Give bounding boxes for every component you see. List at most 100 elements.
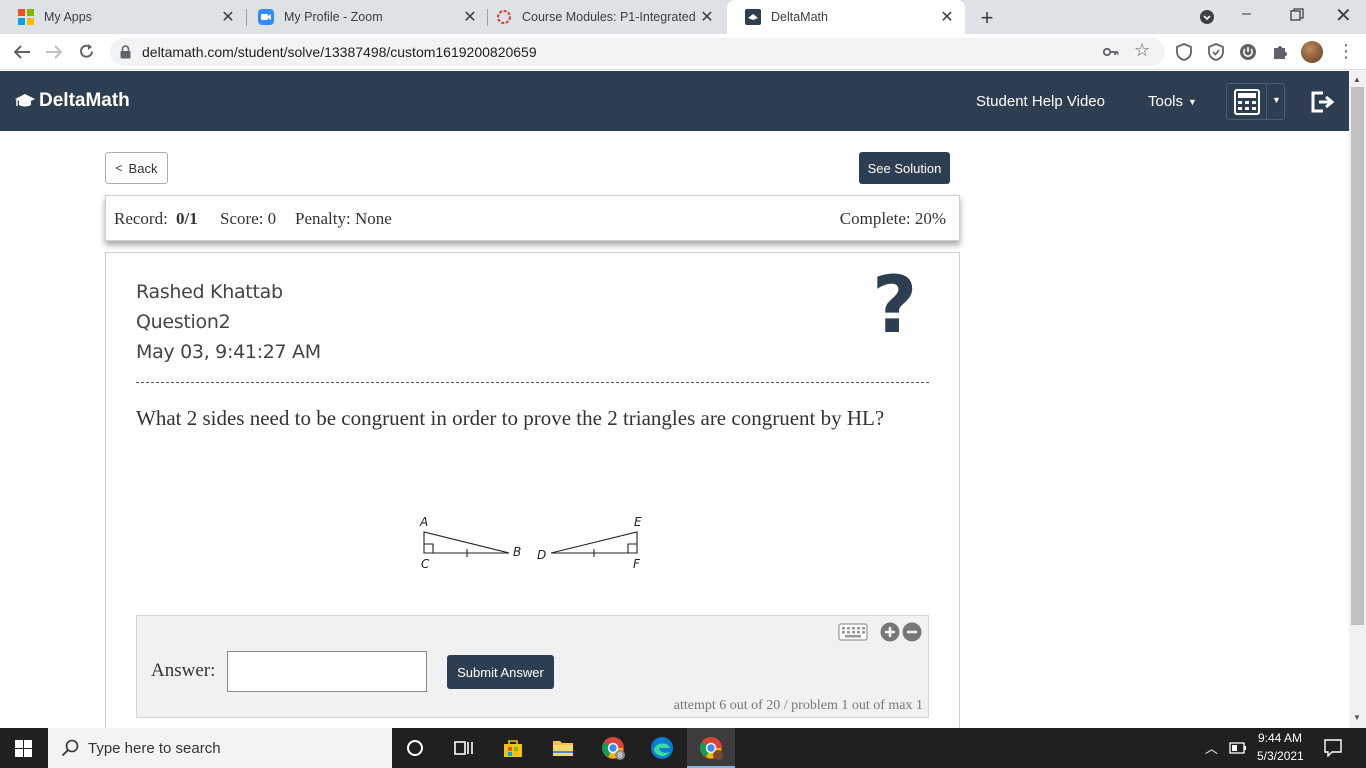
taskbar-search-box[interactable]: Type here to search <box>48 728 392 768</box>
shield-check-extension-icon[interactable] <box>1207 43 1225 61</box>
scroll-down-arrow-icon[interactable]: ▼ <box>1353 713 1361 722</box>
search-icon <box>61 739 79 757</box>
tools-dropdown[interactable]: Tools ▼ <box>1148 93 1197 110</box>
logout-icon[interactable] <box>1310 91 1336 113</box>
power-extension-icon[interactable] <box>1239 43 1257 61</box>
label-f: F <box>633 557 641 571</box>
tab-deltamath[interactable]: DeltaMath ✕ <box>727 0 965 34</box>
chrome-menu-icon[interactable]: ⋮ <box>1337 40 1355 62</box>
taskbar-active-app[interactable] <box>687 728 735 768</box>
windows-taskbar: Type here to search B ︿ 9:44 AM 5/3/2021 <box>0 728 1366 768</box>
attempt-counter: attempt 6 out of 20 / problem 1 out of m… <box>673 698 923 713</box>
right-angle-mark-c <box>424 543 434 553</box>
calculator-button[interactable]: ▼ <box>1226 83 1285 120</box>
task-view-icon[interactable] <box>454 739 474 757</box>
problem-card: Rashed Khattab Question2 May 03, 9:41:27… <box>105 252 960 732</box>
back-button[interactable]: < Back <box>105 152 168 184</box>
show-hidden-icons-chevron-icon[interactable]: ︿ <box>1205 738 1218 757</box>
canvas-icon <box>497 10 511 24</box>
microsoft-apps-icon <box>18 9 34 25</box>
shield-extension-icon[interactable] <box>1175 43 1193 61</box>
complete-text: Complete: 20% <box>839 209 946 228</box>
new-tab-plus-icon[interactable]: + <box>976 5 998 30</box>
tab-my-apps[interactable]: My Apps ✕ <box>0 0 246 34</box>
record-label: Record: <box>114 209 168 228</box>
close-tab-icon[interactable]: ✕ <box>937 7 957 27</box>
tab-title: My Apps <box>44 10 92 24</box>
file-explorer-icon[interactable] <box>552 738 574 758</box>
back-arrow-icon[interactable] <box>13 44 31 60</box>
tab-course-modules[interactable]: Course Modules: P1-Integrated M ✕ <box>478 0 728 34</box>
reload-icon[interactable] <box>78 43 95 60</box>
minimize-window-icon[interactable]: – <box>1242 5 1260 23</box>
submit-answer-button[interactable]: Submit Answer <box>447 655 554 689</box>
close-window-icon[interactable]: ✕ <box>1335 3 1352 28</box>
close-tab-icon[interactable]: ✕ <box>218 7 238 27</box>
triangles-diagram: A C B D E F <box>419 515 642 571</box>
keyboard-icon[interactable] <box>838 623 868 641</box>
submit-answer-label: Submit Answer <box>457 664 544 680</box>
record-bar: Record: 0/1 Score: 0 Penalty: None Compl… <box>105 195 960 241</box>
windows-start-icon[interactable] <box>15 740 32 757</box>
dashed-divider <box>136 382 929 383</box>
extensions-puzzle-icon[interactable] <box>1271 43 1289 61</box>
battery-icon[interactable] <box>1229 742 1247 754</box>
scrollbar-thumb[interactable] <box>1351 87 1364 625</box>
chrome-profile-icon <box>700 737 723 760</box>
password-key-icon[interactable] <box>1103 46 1119 58</box>
microsoft-store-icon[interactable] <box>502 737 524 759</box>
lock-icon[interactable] <box>120 45 131 59</box>
calculator-divider <box>1266 84 1267 119</box>
close-tab-icon[interactable]: ✕ <box>697 7 717 27</box>
page-scrollbar[interactable]: ▲ ▼ <box>1349 71 1366 728</box>
zoom-out-minus-icon[interactable] <box>902 622 922 642</box>
calculator-icon <box>1234 89 1260 115</box>
tab-search-icon[interactable] <box>1199 9 1215 25</box>
label-d: D <box>537 548 546 562</box>
deltamath-logo[interactable]: DeltaMath <box>14 90 130 112</box>
right-angle-mark-f <box>627 543 637 553</box>
deltamath-navbar: DeltaMath Student Help Video Tools ▼ ▼ <box>0 71 1349 131</box>
student-name: Rashed Khattab <box>136 281 283 303</box>
browser-toolbar: deltamath.com/student/solve/13387498/cus… <box>0 34 1366 70</box>
close-tab-icon[interactable]: ✕ <box>460 7 480 27</box>
chevron-left-icon: < <box>115 161 123 175</box>
see-solution-label: See Solution <box>867 160 942 176</box>
notifications-icon[interactable] <box>1324 739 1342 757</box>
restore-window-icon[interactable] <box>1290 8 1304 22</box>
label-e: E <box>634 515 642 529</box>
address-bar[interactable]: deltamath.com/student/solve/13387498/cus… <box>110 38 1165 66</box>
record-value: 0/1 <box>176 209 198 228</box>
bookmark-star-icon[interactable]: ☆ <box>1134 40 1150 61</box>
clock-date[interactable]: 5/3/2021 <box>1257 749 1304 763</box>
edge-browser-icon[interactable] <box>650 736 674 760</box>
chrome-profile-b-icon[interactable]: B <box>601 736 625 760</box>
tab-zoom-profile[interactable]: My Profile - Zoom ✕ <box>240 0 488 34</box>
answer-input[interactable] <box>227 651 427 692</box>
url-text: deltamath.com/student/solve/13387498/cus… <box>142 44 537 60</box>
forward-arrow-icon[interactable] <box>45 44 63 60</box>
zoom-icon <box>258 9 274 25</box>
help-question-mark-icon[interactable]: ? <box>872 267 917 345</box>
tab-title: My Profile - Zoom <box>284 10 383 24</box>
label-b: B <box>513 545 521 559</box>
deltamath-icon <box>745 9 761 25</box>
score-text: Score: 0 <box>220 209 277 228</box>
graduation-cap-icon <box>15 94 35 107</box>
problem-timestamp: May 03, 9:41:27 AM <box>136 341 321 363</box>
zoom-in-plus-icon[interactable] <box>880 622 900 642</box>
cortana-icon[interactable] <box>406 739 424 757</box>
calculator-caret-icon[interactable]: ▼ <box>1272 95 1281 105</box>
question-name: Question2 <box>136 311 231 333</box>
back-label: Back <box>128 160 158 176</box>
label-c: C <box>421 557 430 571</box>
browser-tab-strip: My Apps ✕ My Profile - Zoom ✕ Course Mod… <box>0 0 1366 34</box>
clock-time[interactable]: 9:44 AM <box>1258 731 1302 745</box>
scroll-up-arrow-icon[interactable]: ▲ <box>1353 75 1361 84</box>
student-help-video-link[interactable]: Student Help Video <box>976 93 1105 110</box>
caret-down-icon: ▼ <box>1188 96 1197 107</box>
label-a: A <box>419 515 428 529</box>
see-solution-button[interactable]: See Solution <box>859 152 950 184</box>
profile-avatar[interactable] <box>1301 41 1323 63</box>
svg-text:B: B <box>618 752 623 760</box>
